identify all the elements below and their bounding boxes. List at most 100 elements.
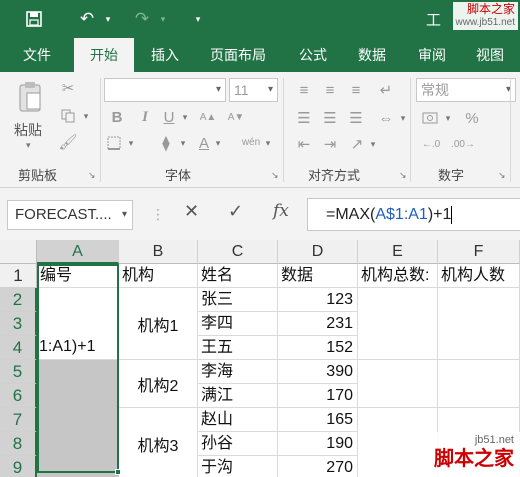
row-header-4[interactable]: 4 xyxy=(0,336,37,360)
phonetic-dropdown-icon[interactable]: ▾ xyxy=(263,132,273,154)
clipboard-launcher-icon[interactable]: ↘ xyxy=(88,170,96,181)
row-header-6[interactable]: 6 xyxy=(0,384,37,408)
decrease-font-icon[interactable]: A▼ xyxy=(228,106,245,128)
paste-label[interactable]: 粘贴 xyxy=(14,120,42,140)
increase-decimal-icon[interactable]: ←.0 xyxy=(418,134,444,154)
align-center-icon[interactable]: ☰ xyxy=(318,108,342,128)
tab-home[interactable]: 开始 xyxy=(74,38,134,72)
column-header-c[interactable]: C xyxy=(198,240,278,264)
align-bottom-icon[interactable]: ≡ xyxy=(344,80,368,100)
align-top-icon[interactable]: ≡ xyxy=(292,80,316,100)
font-launcher-icon[interactable]: ↘ xyxy=(271,170,279,181)
header-cell-e[interactable]: 机构总数: xyxy=(358,264,438,288)
header-cell-b[interactable]: 机构 xyxy=(119,264,198,288)
row-header-3[interactable]: 3 xyxy=(0,312,37,336)
font-size-combo[interactable]: 11 ▾ xyxy=(229,78,278,102)
name-box[interactable]: FORECAST.... ▾ xyxy=(7,200,133,230)
underline-dropdown-icon[interactable]: ▾ xyxy=(180,106,190,128)
id-cell-a[interactable]: 1:A1)+1 xyxy=(37,288,119,360)
grip-icon[interactable]: ⋮ xyxy=(151,206,165,223)
name-cell[interactable]: 于沟 xyxy=(198,456,278,477)
value-cell[interactable]: 170 xyxy=(278,384,358,408)
font-color-dropdown-icon[interactable]: ▾ xyxy=(213,132,223,154)
align-right-icon[interactable]: ☰ xyxy=(344,108,368,128)
value-cell[interactable]: 390 xyxy=(278,360,358,384)
name-cell[interactable]: 李四 xyxy=(198,312,278,336)
name-cell[interactable]: 王五 xyxy=(198,336,278,360)
value-cell[interactable]: 270 xyxy=(278,456,358,477)
org-total-cell[interactable] xyxy=(358,360,438,408)
underline-button[interactable]: U xyxy=(160,106,178,128)
borders-dropdown-icon[interactable]: ▾ xyxy=(126,132,136,154)
cut-icon[interactable]: ✂ xyxy=(58,78,78,98)
row-header-5[interactable]: 5 xyxy=(0,360,37,384)
tab-review[interactable]: 审阅 xyxy=(408,38,456,72)
org-cell[interactable]: 机构1 xyxy=(119,288,198,360)
name-cell[interactable]: 孙谷 xyxy=(198,432,278,456)
column-header-d[interactable]: D xyxy=(278,240,358,264)
value-cell[interactable]: 123 xyxy=(278,288,358,312)
copy-icon[interactable] xyxy=(58,106,78,126)
column-header-b[interactable]: B xyxy=(119,240,198,264)
header-cell-a[interactable]: 编号 xyxy=(37,264,119,288)
org-total-cell[interactable] xyxy=(358,288,438,360)
formula-input[interactable]: =MAX(A$1:A1)+1 xyxy=(307,198,520,231)
row-header-2[interactable]: 2 xyxy=(0,288,37,312)
font-color-icon[interactable]: A xyxy=(196,132,212,154)
column-header-e[interactable]: E xyxy=(358,240,438,264)
cancel-icon[interactable]: ✕ xyxy=(184,201,199,222)
decrease-decimal-icon[interactable]: .00→ xyxy=(450,134,476,154)
tab-page-layout[interactable]: 页面布局 xyxy=(198,38,278,72)
alignment-launcher-icon[interactable]: ↘ xyxy=(399,170,407,181)
org-cell[interactable]: 机构3 xyxy=(119,408,198,477)
name-cell[interactable]: 李海 xyxy=(198,360,278,384)
value-cell[interactable]: 165 xyxy=(278,408,358,432)
id-cell-a[interactable] xyxy=(37,360,119,408)
italic-button[interactable]: I xyxy=(136,106,154,128)
paste-dropdown-icon[interactable]: ▾ xyxy=(26,140,31,151)
id-cell-a[interactable] xyxy=(37,408,119,477)
bold-button[interactable]: B xyxy=(108,106,126,128)
org-count-cell[interactable] xyxy=(438,360,520,408)
redo-icon[interactable]: ↷ xyxy=(129,8,155,30)
row-header-8[interactable]: 8 xyxy=(0,432,37,456)
select-all-corner[interactable] xyxy=(0,240,37,264)
header-cell-c[interactable]: 姓名 xyxy=(198,264,278,288)
row-header-1[interactable]: 1 xyxy=(0,264,37,288)
redo-dropdown-icon[interactable]: ▾ xyxy=(156,8,170,30)
header-cell-d[interactable]: 数据 xyxy=(278,264,358,288)
name-cell[interactable]: 满江 xyxy=(198,384,278,408)
number-format-combo[interactable]: 常规 ▾ xyxy=(416,78,516,102)
insert-function-icon[interactable]: fx xyxy=(273,201,289,221)
currency-icon[interactable] xyxy=(418,108,442,128)
borders-icon[interactable] xyxy=(104,132,124,154)
header-cell-f[interactable]: 机构人数 xyxy=(438,264,520,288)
orientation-dropdown-icon[interactable]: ▾ xyxy=(368,134,378,154)
increase-indent-icon[interactable]: ⇥ xyxy=(318,134,342,154)
fill-color-icon[interactable]: ⧫ xyxy=(156,132,176,154)
value-cell[interactable]: 152 xyxy=(278,336,358,360)
decrease-indent-icon[interactable]: ⇤ xyxy=(292,134,316,154)
percent-button[interactable]: % xyxy=(462,108,482,128)
row-header-7[interactable]: 7 xyxy=(0,408,37,432)
undo-dropdown-icon[interactable]: ▾ xyxy=(101,8,115,30)
merge-center-icon[interactable]: ⇔ xyxy=(374,108,398,128)
font-name-combo[interactable]: ▾ xyxy=(104,78,226,102)
fill-handle[interactable] xyxy=(115,469,121,475)
align-middle-icon[interactable]: ≡ xyxy=(318,80,342,100)
fill-color-dropdown-icon[interactable]: ▾ xyxy=(178,132,188,154)
wrap-text-icon[interactable]: ↵ xyxy=(374,80,398,100)
align-left-icon[interactable]: ☰ xyxy=(292,108,316,128)
enter-icon[interactable]: ✓ xyxy=(228,201,243,222)
format-painter-icon[interactable]: 🖌 xyxy=(58,132,78,152)
customize-qat-icon[interactable]: ▾ xyxy=(191,8,205,30)
save-icon[interactable] xyxy=(22,8,46,30)
column-header-a[interactable]: A xyxy=(37,240,119,264)
tab-view[interactable]: 视图 xyxy=(466,38,514,72)
org-count-cell[interactable] xyxy=(438,288,520,360)
number-launcher-icon[interactable]: ↘ xyxy=(498,170,506,181)
value-cell[interactable]: 190 xyxy=(278,432,358,456)
org-cell[interactable]: 机构2 xyxy=(119,360,198,408)
tab-insert[interactable]: 插入 xyxy=(138,38,192,72)
tab-formulas[interactable]: 公式 xyxy=(290,38,336,72)
